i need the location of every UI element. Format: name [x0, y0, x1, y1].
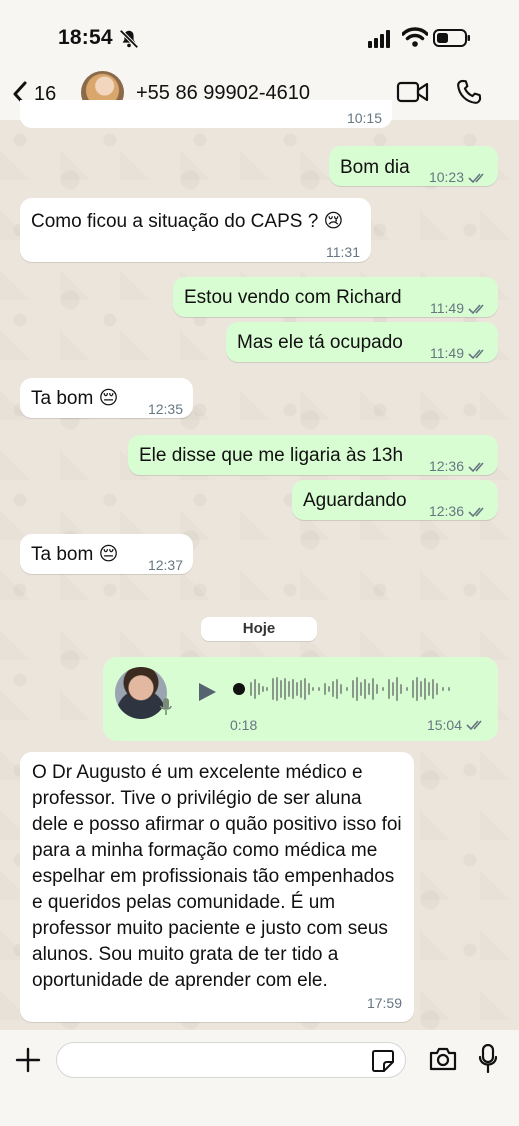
message-bubble-outgoing[interactable]: Mas ele tá ocupado 11:49	[226, 322, 498, 362]
message-bubble-partial[interactable]: 10:15	[20, 100, 392, 128]
message-text: Aguardando	[303, 490, 407, 511]
read-ticks-icon	[468, 506, 484, 517]
message-time: 10:15	[346, 110, 382, 126]
message-text: Ta bom 😔	[31, 544, 119, 565]
message-time: 12:36	[428, 458, 464, 474]
message-text: O Dr Augusto é um excelente médico e pro…	[32, 762, 402, 991]
status-bar: 18:54	[0, 0, 519, 70]
message-time: 11:31	[326, 244, 360, 260]
message-bubble-incoming[interactable]: Ta bom 😔 12:35	[20, 378, 193, 418]
message-time: 11:49	[430, 345, 464, 361]
wifi-icon	[402, 27, 428, 47]
signal-icon	[368, 30, 390, 48]
message-input[interactable]	[56, 1042, 406, 1078]
message-text: Estou vendo com Richard	[184, 287, 402, 308]
message-bubble-outgoing[interactable]: Aguardando 12:36	[292, 480, 498, 520]
status-time: 18:54	[58, 26, 113, 49]
plus-icon[interactable]	[14, 1046, 42, 1074]
message-bubble-incoming[interactable]: Como ficou a situação do CAPS ? 😢 11:31	[20, 198, 371, 262]
compose-bar	[0, 1030, 519, 1126]
message-text: Mas ele tá ocupado	[237, 332, 403, 353]
read-ticks-icon	[466, 720, 482, 731]
message-text: Ta bom 😔	[31, 388, 119, 409]
message-meta: 11:49	[430, 296, 488, 321]
message-text: Como ficou a situação do CAPS ? 😢	[31, 211, 344, 232]
message-time: 12:36	[428, 503, 464, 519]
message-bubble-outgoing[interactable]: Estou vendo com Richard 11:49	[173, 277, 498, 317]
voice-duration: 0:18	[230, 717, 258, 733]
message-text: Ele disse que me ligaria às 13h	[139, 445, 404, 466]
audio-waveform[interactable]	[233, 675, 483, 703]
play-icon[interactable]	[196, 681, 218, 703]
voice-message[interactable]: 0:18 15:04	[103, 657, 498, 741]
bell-slash-icon	[119, 29, 139, 49]
message-bubble-incoming[interactable]: Ta bom 😔 12:37	[20, 534, 193, 574]
sticker-icon[interactable]	[370, 1048, 396, 1074]
read-ticks-icon	[468, 348, 484, 359]
read-ticks-icon	[468, 303, 484, 314]
read-ticks-icon	[468, 461, 484, 472]
microphone-icon[interactable]	[478, 1044, 498, 1074]
message-time: 10:23	[428, 169, 464, 185]
message-meta: 10:23	[429, 165, 488, 190]
message-time: 12:35	[147, 401, 183, 417]
message-bubble-incoming[interactable]: O Dr Augusto é um excelente médico e pro…	[20, 752, 414, 1022]
battery-icon	[433, 29, 470, 47]
message-bubble-outgoing[interactable]: Bom dia 10:23	[329, 146, 498, 186]
message-time: 11:49	[430, 300, 464, 316]
message-meta: 12:36	[429, 454, 488, 479]
message-time: 17:59	[366, 995, 402, 1011]
microphone-icon	[160, 698, 172, 715]
read-ticks-icon	[468, 172, 484, 183]
camera-icon[interactable]	[428, 1046, 458, 1072]
message-meta: 12:36	[429, 499, 488, 524]
message-bubble-outgoing[interactable]: Ele disse que me ligaria às 13h 12:36	[128, 435, 498, 475]
message-meta: 11:49	[430, 341, 488, 366]
date-separator: Hoje	[201, 617, 317, 641]
message-text: Bom dia	[340, 157, 410, 178]
phone-icon[interactable]	[455, 78, 483, 106]
message-time: 12:37	[147, 557, 183, 573]
video-call-icon[interactable]	[396, 80, 430, 104]
message-time: 15:04	[426, 717, 462, 733]
message-meta: 15:04	[427, 717, 486, 733]
